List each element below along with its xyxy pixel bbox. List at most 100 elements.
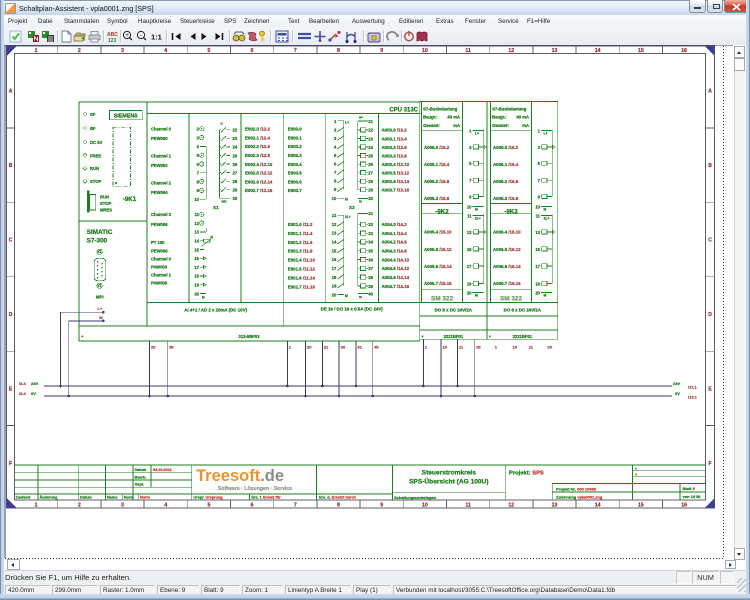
svg-text:SF: SF [90, 112, 96, 117]
svg-text:21: 21 [324, 345, 329, 350]
svg-text:7: 7 [294, 503, 297, 509]
svg-text:2: 2 [78, 503, 81, 509]
svg-text:MRES: MRES [100, 208, 112, 213]
svg-text:SPS-Übersicht (AG 100U): SPS-Übersicht (AG 100U) [409, 476, 489, 485]
svg-text:19: 19 [332, 284, 337, 289]
svg-text:A006.1 /16.4: A006.1 /16.4 [493, 162, 519, 167]
svg-text:SIEMENS: SIEMENS [114, 113, 138, 119]
svg-text:Baugr.:: Baugr.: [423, 115, 437, 120]
svg-text:E001.4 /11.10: E001.4 /11.10 [288, 258, 316, 263]
svg-text:A003.7 /13.16: A003.7 /13.16 [382, 188, 410, 193]
svg-text:0V: 0V [31, 391, 36, 396]
svg-text:-9K1: -9K1 [123, 196, 137, 203]
svg-text:-: - [140, 32, 142, 39]
svg-text:15: 15 [638, 48, 644, 54]
svg-text:B: B [9, 163, 13, 169]
svg-text:M: M [345, 294, 348, 298]
svg-text:2L+: 2L+ [544, 216, 550, 220]
svg-text:A: A [708, 89, 712, 95]
svg-text:L+: L+ [98, 306, 103, 311]
svg-text:11: 11 [332, 213, 337, 218]
svg-text:E001.7 /11.16: E001.7 /11.16 [288, 284, 316, 289]
svg-text:E000.6: E000.6 [288, 179, 302, 184]
svg-text:5: 5 [207, 503, 210, 509]
svg-text:12: 12 [508, 48, 514, 54]
svg-text:L+: L+ [345, 120, 349, 124]
svg-text:M: M [475, 207, 478, 211]
svg-text:von 10 Bl.: von 10 Bl. [683, 494, 702, 499]
svg-text:um: um [222, 200, 227, 204]
svg-text:SM 322: SM 322 [431, 295, 453, 302]
svg-text:16: 16 [681, 503, 687, 509]
svg-text:A005.5 /15.12: A005.5 /15.12 [424, 247, 452, 252]
svg-text:24V: 24V [673, 381, 680, 386]
svg-text:Gesamt:: Gesamt: [423, 123, 440, 128]
svg-text:20: 20 [194, 291, 199, 296]
svg-text:31: 31 [368, 211, 373, 216]
svg-text:Urspr. Ursprung: Urspr. Ursprung [194, 495, 224, 499]
svg-text:29: 29 [233, 187, 238, 192]
svg-text:10: 10 [194, 197, 199, 202]
svg-text:PEW002: PEW002 [151, 163, 168, 168]
svg-text:10: 10 [422, 48, 428, 54]
svg-text:E001.0 /11.2: E001.0 /11.2 [288, 222, 313, 227]
svg-text:25: 25 [368, 153, 373, 158]
svg-text:14: 14 [194, 239, 199, 244]
svg-text:26: 26 [233, 162, 238, 167]
svg-text:13: 13 [552, 503, 558, 509]
svg-text:M: M [345, 198, 348, 202]
svg-text:Channel 0: Channel 0 [151, 127, 172, 132]
svg-text:3: 3 [121, 503, 124, 509]
svg-text:E001.6 /11.14: E001.6 /11.14 [288, 275, 316, 280]
svg-text:RUN: RUN [100, 195, 109, 200]
svg-text:22: 22 [233, 128, 238, 133]
svg-text:Baugr.:: Baugr.: [492, 115, 506, 120]
svg-text:32: 32 [368, 222, 373, 227]
svg-text:15: 15 [535, 247, 540, 252]
svg-text:PT 100: PT 100 [151, 240, 165, 245]
svg-text:12: 12 [332, 222, 337, 227]
svg-text:8: 8 [337, 503, 340, 509]
svg-text:24: 24 [368, 145, 373, 150]
svg-text:S7-Busbelastung: S7-Busbelastung [492, 106, 527, 111]
svg-text:17: 17 [467, 264, 472, 269]
svg-text:34: 34 [368, 240, 373, 245]
svg-text:A003.5 /13.12: A003.5 /13.12 [382, 170, 410, 175]
svg-text:A: A [9, 89, 13, 95]
svg-text:PEW008: PEW008 [151, 249, 168, 254]
svg-text:21: 21 [368, 119, 373, 124]
svg-text:13: 13 [535, 230, 540, 235]
svg-text:DE 16 / DO 16 x 0.5A (DC 24V): DE 16 / DO 16 x 0.5A (DC 24V) [321, 307, 384, 312]
svg-text:20: 20 [548, 345, 553, 350]
svg-text:11: 11 [465, 503, 471, 509]
svg-text:Datum: Datum [135, 468, 147, 472]
svg-text:37: 37 [368, 266, 373, 271]
svg-text:A004.0 /14.2: A004.0 /14.2 [382, 222, 408, 227]
svg-text:Channel 3: Channel 3 [151, 212, 172, 217]
svg-text:13: 13 [332, 231, 337, 236]
svg-text:PEW000: PEW000 [151, 136, 168, 141]
svg-text:PEW006: PEW006 [151, 222, 168, 227]
svg-text:E001.3 /11.8: E001.3 /11.8 [288, 249, 313, 254]
svg-text:+: + [125, 32, 129, 39]
svg-text:DO 8 x DC 24V/2A: DO 8 x DC 24V/2A [504, 308, 542, 313]
svg-text:4: 4 [164, 503, 167, 509]
svg-text:18: 18 [332, 275, 337, 280]
svg-text:20: 20 [467, 290, 472, 295]
svg-text:30: 30 [233, 196, 238, 201]
svg-text:9: 9 [380, 48, 383, 54]
svg-text:/3.4: /3.4 [19, 381, 26, 386]
svg-text:A006.7 /16.16: A006.7 /16.16 [493, 281, 521, 286]
svg-text:C: C [708, 238, 712, 244]
svg-text:Channel 2: Channel 2 [151, 181, 172, 186]
svg-text:A006.4 /16.10: A006.4 /16.10 [493, 230, 521, 235]
svg-text:14: 14 [595, 503, 601, 509]
svg-text:3221BF01: 3221BF01 [444, 334, 464, 339]
svg-text:Ers. d. Ersetzt durch: Ers. d. Ersetzt durch [319, 495, 357, 499]
svg-text:E002.0 /12.2: E002.0 /12.2 [245, 127, 270, 132]
svg-text:27: 27 [233, 170, 238, 175]
svg-text:A004.5 /14.12: A004.5 /14.12 [382, 266, 410, 271]
svg-text:33: 33 [368, 231, 373, 236]
svg-text:13: 13 [467, 230, 472, 235]
svg-text:17: 17 [535, 264, 540, 269]
